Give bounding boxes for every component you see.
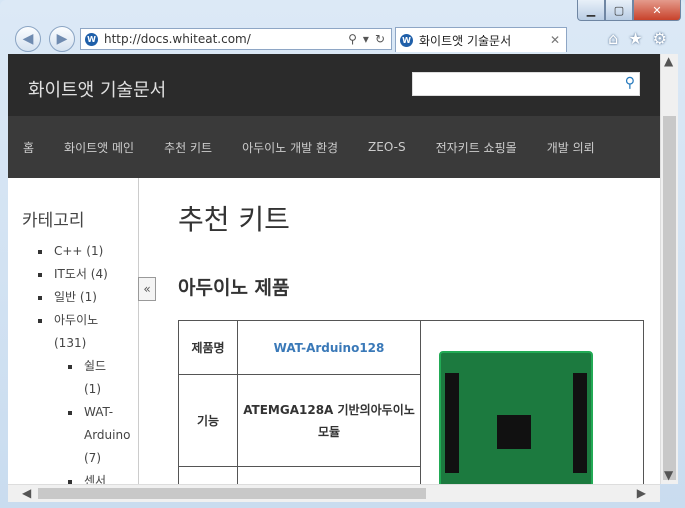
scroll-right-icon[interactable]: ▶ xyxy=(637,486,646,500)
page-title: 추천 키트 xyxy=(178,203,290,236)
product-name-link[interactable]: WAT-Arduino128 xyxy=(237,320,421,375)
category-item[interactable]: 일반 (1) xyxy=(54,286,97,309)
home-icon[interactable]: ⌂ xyxy=(608,29,618,48)
browser-toolbar-icons: ⌂ ★ ⚙ xyxy=(608,29,667,48)
maximize-icon: ▢ xyxy=(613,3,625,17)
site-favicon-icon: W xyxy=(85,32,98,46)
bullet-icon xyxy=(68,365,72,369)
category-item[interactable]: 아두이노 (131) xyxy=(54,309,114,355)
site-header: 화이트앳 기술문서 ⚲ xyxy=(8,54,660,116)
table-value-cell: ATEMGA128A 기반의아두이노 모듈 xyxy=(237,374,421,467)
refresh-icon[interactable]: ↻ xyxy=(375,32,385,46)
section-title: 아두이노 제품 xyxy=(178,277,290,299)
back-button[interactable]: ◀ xyxy=(15,26,41,52)
sidebar-heading: 카테고리 xyxy=(22,211,85,231)
site-nav: 홈 화이트앳 메인 추천 키트 아두이노 개발 환경 ZEO-S 전자키트 쇼핑… xyxy=(8,116,660,178)
address-bar[interactable]: W http://docs.whiteat.com/ ⚲ ▾ ↻ xyxy=(80,28,392,50)
star-icon[interactable]: ★ xyxy=(628,29,642,48)
close-icon: ✕ xyxy=(652,3,662,17)
vertical-scrollbar[interactable]: ▲ ▼ xyxy=(660,54,678,484)
horizontal-scrollbar[interactable]: ◀ ▶ xyxy=(8,484,660,502)
dropdown-icon[interactable]: ▾ xyxy=(363,32,369,46)
search-icon[interactable]: ⚲ xyxy=(348,32,357,46)
mcu-chip xyxy=(497,415,531,449)
gear-icon[interactable]: ⚙ xyxy=(653,29,667,48)
maximize-button[interactable]: ▢ xyxy=(605,0,633,21)
table-header-cell: 기능 xyxy=(178,374,238,467)
scroll-up-icon[interactable]: ▲ xyxy=(664,54,673,68)
table-header-cell: 제품명 xyxy=(178,320,238,375)
subcategory-item[interactable]: WAT-Arduino (7) xyxy=(84,401,132,470)
product-table: 제품명 WAT-Arduino128 기능 ATEMGA128A 기반의아두이노… xyxy=(178,320,644,484)
table-value-cell xyxy=(237,466,421,484)
nav-whiteat-main[interactable]: 화이트앳 메인 xyxy=(64,139,134,156)
category-item[interactable]: IT도서 (4) xyxy=(54,263,108,286)
window-controls: ▁ ▢ ✕ xyxy=(577,0,681,21)
nav-arduino-env[interactable]: 아두이노 개발 환경 xyxy=(242,139,338,156)
bullet-icon xyxy=(38,250,42,254)
tab-active[interactable]: W 화이트앳 기술문서 ✕ xyxy=(395,27,567,52)
search-icon[interactable]: ⚲ xyxy=(625,75,635,91)
nav-home[interactable]: 홈 xyxy=(23,139,34,156)
subcategory-item[interactable]: 쉴드 (1) xyxy=(84,355,114,401)
url-text[interactable]: http://docs.whiteat.com/ xyxy=(104,32,348,46)
nav-dev-request[interactable]: 개발 의뢰 xyxy=(547,139,595,156)
forward-button[interactable]: ▶ xyxy=(49,26,75,52)
back-icon: ◀ xyxy=(22,31,34,47)
site-title[interactable]: 화이트앳 기술문서 xyxy=(28,76,166,102)
bullet-icon xyxy=(38,273,42,277)
scroll-down-icon[interactable]: ▼ xyxy=(664,468,673,482)
pin-header xyxy=(445,373,459,473)
pin-header xyxy=(573,373,587,473)
tab-close-icon[interactable]: ✕ xyxy=(550,33,560,47)
scroll-left-icon[interactable]: ◀ xyxy=(22,486,31,500)
page-viewport: 화이트앳 기술문서 ⚲ 홈 화이트앳 메인 추천 키트 아두이노 개발 환경 Z… xyxy=(8,54,660,484)
sidebar-collapse-button[interactable]: « xyxy=(138,277,156,301)
product-image-cell xyxy=(420,320,644,484)
minimize-button[interactable]: ▁ xyxy=(577,0,605,21)
minimize-icon: ▁ xyxy=(586,3,596,17)
browser-window: ▁ ▢ ✕ ◀ ▶ W http://docs.whiteat.com/ ⚲ ▾… xyxy=(0,0,685,508)
tab-favicon-icon: W xyxy=(400,33,413,47)
sidebar: 카테고리 C++ (1) IT도서 (4) 일반 (1) 아두이노 (131) … xyxy=(8,178,139,484)
table-header-cell xyxy=(178,466,238,484)
site-search-input[interactable]: ⚲ xyxy=(412,72,640,96)
close-button[interactable]: ✕ xyxy=(633,0,681,21)
product-board-image xyxy=(439,351,593,484)
nav-zeo-s[interactable]: ZEO-S xyxy=(368,140,406,154)
forward-icon: ▶ xyxy=(56,31,68,47)
bullet-icon xyxy=(38,296,42,300)
nav-recommended-kit[interactable]: 추천 키트 xyxy=(164,139,212,156)
bullet-icon xyxy=(68,411,72,415)
tab-title: 화이트앳 기술문서 xyxy=(419,33,512,48)
bullet-icon xyxy=(38,319,42,323)
double-chevron-left-icon: « xyxy=(143,282,151,296)
horizontal-scroll-thumb[interactable] xyxy=(38,488,426,499)
category-item[interactable]: C++ (1) xyxy=(54,240,103,263)
vertical-scroll-thumb[interactable] xyxy=(663,116,676,480)
nav-shop[interactable]: 전자키트 쇼핑몰 xyxy=(436,139,517,156)
subcategory-item[interactable]: 센서 xyxy=(84,470,106,484)
